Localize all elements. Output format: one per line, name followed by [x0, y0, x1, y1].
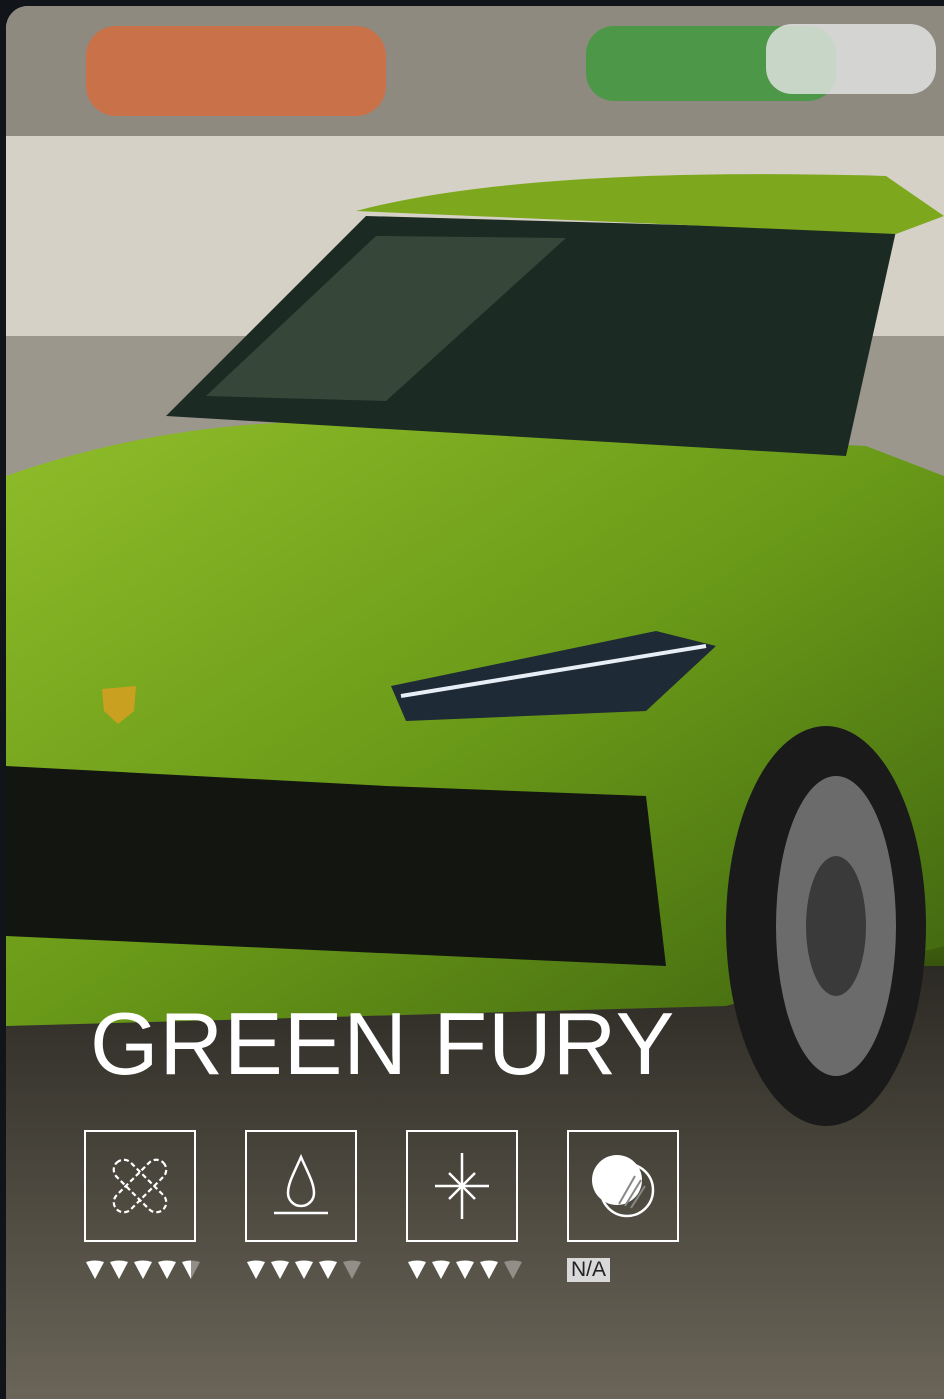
- level-drop-icon: [182, 1260, 200, 1279]
- product-title: GREEN FURY: [90, 994, 676, 1093]
- level-drop-icon: [247, 1260, 265, 1279]
- rating-3: [406, 1130, 576, 1282]
- level-drop-icon: [295, 1260, 313, 1279]
- rating-level: [245, 1258, 415, 1282]
- rating-level: [84, 1258, 254, 1282]
- rating-level: [406, 1258, 576, 1282]
- rating-1: [84, 1130, 254, 1282]
- level-drop-icon: [319, 1260, 337, 1279]
- rating-level: N/A: [567, 1257, 737, 1283]
- sparkle-icon: [406, 1130, 518, 1242]
- level-drop-icon: [480, 1260, 498, 1279]
- level-drop-icon: [86, 1260, 104, 1279]
- product-card[interactable]: GREEN FURY N/A: [6, 6, 944, 1399]
- water-drop-icon: [245, 1130, 357, 1242]
- coverage-icon: [567, 1130, 679, 1242]
- level-drop-icon: [134, 1260, 152, 1279]
- bandage-icon: [84, 1130, 196, 1242]
- level-drop-icon: [504, 1260, 522, 1279]
- level-drop-icon: [110, 1260, 128, 1279]
- level-drop-icon: [432, 1260, 450, 1279]
- level-drop-icon: [158, 1260, 176, 1279]
- level-drop-icon: [271, 1260, 289, 1279]
- level-drop-icon: [408, 1260, 426, 1279]
- level-drop-icon: [343, 1260, 361, 1279]
- rating-2: [245, 1130, 415, 1282]
- level-drop-icon: [456, 1260, 474, 1279]
- not-available-badge: N/A: [567, 1257, 611, 1283]
- rating-4: N/A: [567, 1130, 737, 1283]
